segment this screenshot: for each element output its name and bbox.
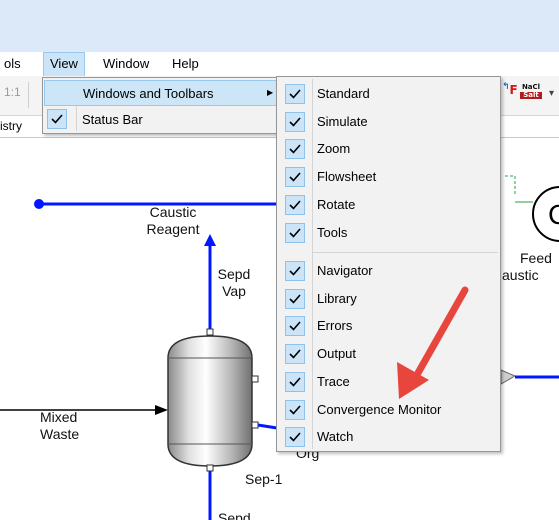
annotation-arrow xyxy=(397,286,469,399)
annotation-arrow-shaft xyxy=(414,286,469,377)
